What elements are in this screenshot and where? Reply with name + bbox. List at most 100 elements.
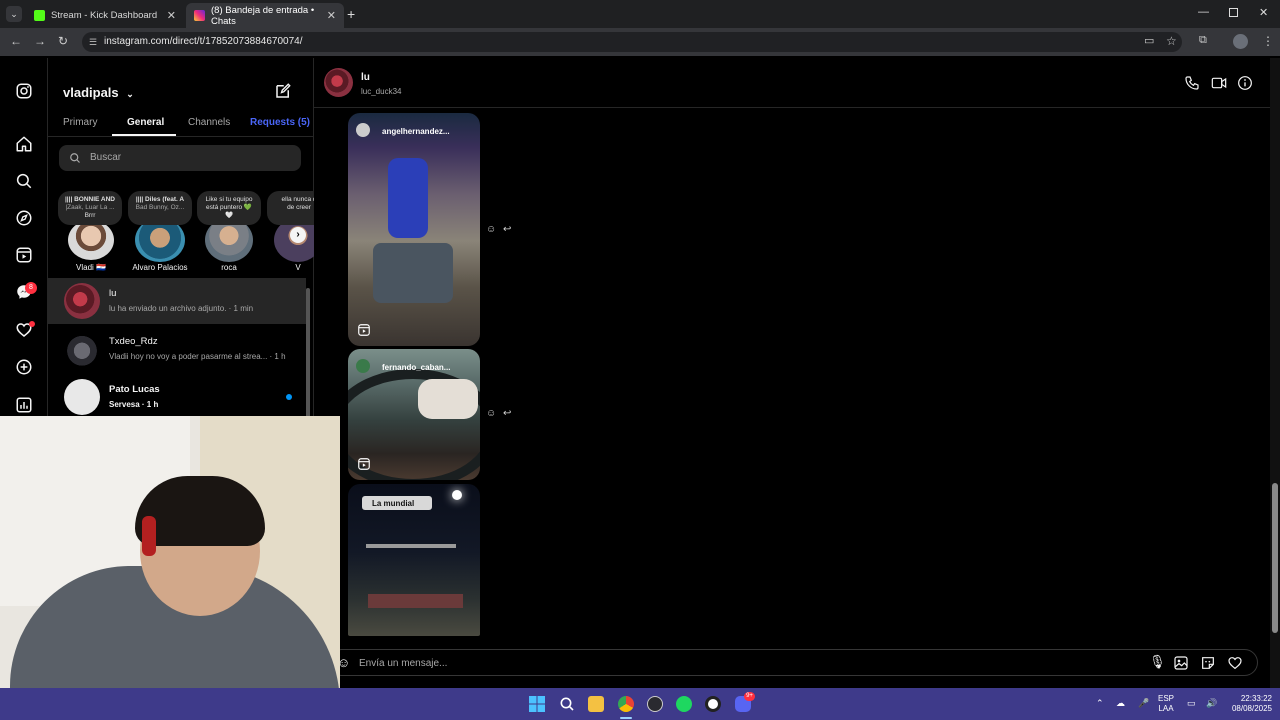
video-call-icon[interactable] bbox=[1210, 75, 1228, 91]
note-username: Vladi 🇵🇾 bbox=[76, 263, 106, 272]
profile-avatar[interactable] bbox=[1233, 34, 1248, 49]
phone-icon[interactable] bbox=[1184, 75, 1200, 91]
reel-message[interactable]: angelhernandez... bbox=[348, 113, 480, 346]
info-icon[interactable] bbox=[1237, 75, 1253, 91]
like-heart-icon[interactable] bbox=[1227, 655, 1243, 671]
message-input-placeholder: Envía un mensaje... bbox=[359, 658, 448, 669]
tab-kick-dashboard[interactable]: Stream - Kick Dashboard ✕ bbox=[26, 3, 184, 28]
message-actions: ☺ ↩ bbox=[486, 408, 511, 419]
forward-arrow-icon[interactable]: → bbox=[34, 34, 46, 48]
conversation-item-lu[interactable]: lu lu ha enviado un archivo adjunto. · 1… bbox=[48, 278, 306, 324]
conversation-item-txdeo[interactable]: Txdeo_Rdz Vladii hoy no voy a poder pasa… bbox=[48, 326, 306, 372]
notification-dot bbox=[29, 321, 35, 327]
reply-icon[interactable]: ↩ bbox=[503, 408, 511, 419]
note-username: V bbox=[295, 263, 301, 272]
note-bubble[interactable]: Like si tu equipo está puntero 💚 🤍 bbox=[197, 191, 261, 225]
onedrive-icon[interactable]: ☁ bbox=[1116, 698, 1125, 708]
page-scrollbar[interactable] bbox=[1270, 58, 1280, 688]
scrollbar-thumb[interactable] bbox=[1272, 483, 1278, 633]
conversation-name: Pato Lucas bbox=[109, 384, 160, 395]
react-emoji-icon[interactable]: ☺ bbox=[486, 224, 496, 235]
url-field[interactable]: ☰ instagram.com/direct/t/178520738846700… bbox=[82, 32, 1182, 52]
bookmark-star-icon[interactable]: ☆ bbox=[1166, 34, 1177, 48]
clock[interactable]: 22:33:22 08/08/2025 bbox=[1222, 694, 1272, 714]
microphone-icon[interactable]: 🎙 bbox=[1149, 654, 1166, 670]
chrome-icon[interactable] bbox=[618, 696, 634, 712]
url-text: instagram.com/direct/t/17852073884670074… bbox=[104, 36, 303, 47]
create-icon[interactable] bbox=[15, 358, 33, 376]
note-bubble[interactable]: ella nunca d de creer bbox=[267, 191, 314, 225]
file-explorer-icon[interactable] bbox=[588, 696, 604, 712]
dashboard-icon[interactable] bbox=[15, 396, 33, 414]
conversation-preview: Servesa · 1 h bbox=[109, 400, 159, 409]
chat-pane: lu luc_duck34 angelhernandez... ☺ ↩ fern… bbox=[314, 58, 1270, 688]
note-bubble[interactable]: |||| Diles (feat. A Bad Bunny, Oz... bbox=[128, 191, 192, 225]
close-tab-icon[interactable]: ✕ bbox=[167, 9, 176, 22]
site-info-icon[interactable]: ☰ bbox=[89, 32, 97, 52]
restore-window-icon[interactable] bbox=[1229, 8, 1238, 17]
chat-avatar[interactable] bbox=[324, 68, 353, 97]
instagram-logo-icon[interactable] bbox=[15, 82, 33, 100]
message-composer[interactable]: ☺ Envía un mensaje... 🎙 bbox=[328, 649, 1258, 676]
webcam-headset bbox=[142, 516, 156, 556]
extensions-icon[interactable]: ⧉ bbox=[1199, 34, 1207, 47]
avatar bbox=[64, 283, 100, 319]
chat-header: lu luc_duck34 bbox=[314, 58, 1270, 108]
minimize-window-icon[interactable]: — bbox=[1198, 6, 1209, 18]
kick-favicon-icon bbox=[34, 10, 45, 21]
reel-author-name: La mundial bbox=[372, 499, 415, 508]
reel-author-name: fernando_caban... bbox=[382, 363, 451, 372]
explore-icon[interactable] bbox=[15, 209, 33, 227]
unread-dot bbox=[286, 394, 292, 400]
display-icon[interactable]: ▭ bbox=[1187, 698, 1196, 708]
conversation-item-pato[interactable]: Pato Lucas Servesa · 1 h bbox=[48, 374, 306, 420]
active-app-indicator bbox=[620, 717, 632, 719]
reel-thumbnail bbox=[373, 243, 453, 303]
chat-handle: luc_duck34 bbox=[361, 87, 402, 96]
spotify-icon[interactable] bbox=[676, 696, 692, 712]
sticker-icon[interactable] bbox=[1200, 655, 1216, 671]
message-actions: ☺ ↩ bbox=[486, 224, 511, 235]
show-hidden-icons[interactable]: ⌃ bbox=[1096, 698, 1104, 708]
chat-name[interactable]: lu bbox=[361, 72, 370, 83]
windows-start-icon[interactable] bbox=[529, 696, 545, 712]
notes-next-button[interactable]: › bbox=[290, 227, 306, 243]
browser-address-bar: ← → ↻ ☰ instagram.com/direct/t/178520738… bbox=[0, 28, 1280, 56]
home-icon[interactable] bbox=[15, 135, 33, 153]
streaming-app-icon[interactable] bbox=[705, 696, 721, 712]
install-app-icon[interactable]: ▭ bbox=[1144, 34, 1154, 47]
reel-message[interactable]: La mundial bbox=[348, 484, 480, 636]
reel-thumbnail bbox=[418, 379, 478, 419]
note-bubble[interactable]: |||| BONNIE AND |Zaak, Luar La ... Brrr bbox=[58, 191, 122, 225]
reply-icon[interactable]: ↩ bbox=[503, 224, 511, 235]
close-tab-icon[interactable]: ✕ bbox=[327, 9, 336, 22]
reels-icon[interactable] bbox=[15, 246, 33, 264]
note-avatar[interactable] bbox=[68, 220, 114, 260]
volume-icon[interactable]: 🔊 bbox=[1206, 698, 1217, 708]
reel-author-avatar bbox=[356, 359, 370, 373]
browser-tab-bar: ⌄ Stream - Kick Dashboard ✕ (8) Bandeja … bbox=[0, 0, 1280, 28]
tab-search-icon[interactable]: ⌄ bbox=[6, 6, 22, 22]
image-upload-icon[interactable] bbox=[1173, 655, 1189, 671]
close-window-icon[interactable]: ✕ bbox=[1259, 6, 1268, 19]
browser-menu-icon[interactable]: ⋮ bbox=[1262, 34, 1274, 48]
reel-author-name: angelhernandez... bbox=[382, 127, 450, 136]
taskbar-search-icon[interactable] bbox=[559, 696, 575, 712]
tab-title: (8) Bandeja de entrada • Chats bbox=[211, 4, 315, 27]
reload-icon[interactable]: ↻ bbox=[58, 34, 68, 48]
inbox-sidebar: vladipals ⌄ Primary General Channels Req… bbox=[48, 58, 314, 418]
back-arrow-icon[interactable]: ← bbox=[10, 34, 22, 48]
reel-message[interactable]: fernando_caban... bbox=[348, 349, 480, 480]
language-indicator[interactable]: ESP LAA bbox=[1158, 694, 1174, 714]
react-emoji-icon[interactable]: ☺ bbox=[486, 408, 496, 419]
microphone-tray-icon[interactable]: 🎤 bbox=[1138, 698, 1149, 708]
search-icon[interactable] bbox=[15, 172, 33, 190]
new-tab-button[interactable]: + bbox=[347, 6, 355, 22]
reel-thumbnail bbox=[368, 594, 463, 608]
obs-icon[interactable] bbox=[647, 696, 663, 712]
tab-instagram-chats[interactable]: (8) Bandeja de entrada • Chats ✕ bbox=[186, 3, 344, 28]
conversation-name: lu bbox=[109, 288, 117, 299]
tab-title: Stream - Kick Dashboard bbox=[51, 10, 158, 21]
sidebar-scrollbar[interactable] bbox=[306, 288, 310, 418]
windows-taskbar: 9+ ⌃ ☁ 🎤 ESP LAA ▭ 🔊 22:33:22 08/08/2025 bbox=[0, 688, 1280, 720]
